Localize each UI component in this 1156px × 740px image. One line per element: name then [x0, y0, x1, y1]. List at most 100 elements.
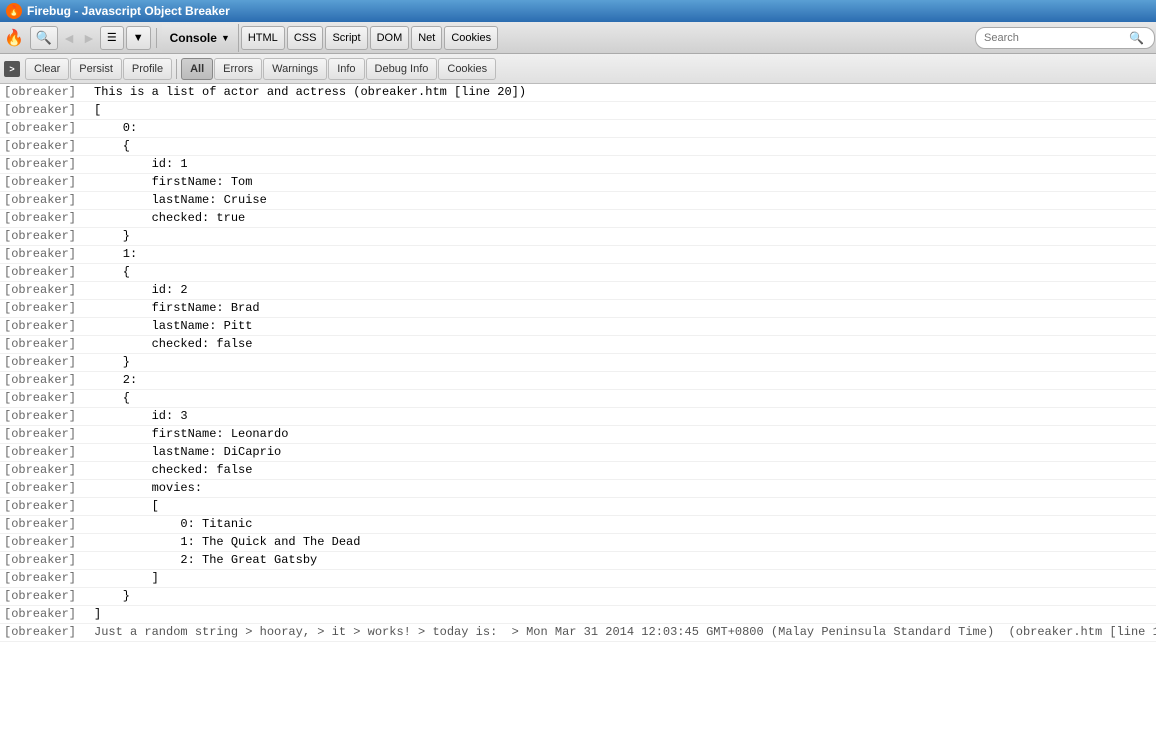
- console-small-icon: >: [4, 61, 20, 77]
- log-row: [obreaker] checked: false: [0, 462, 1156, 480]
- log-value: firstName: Leonardo: [90, 426, 292, 442]
- log-prefix: [obreaker]: [0, 246, 90, 262]
- log-value: firstName: Brad: [90, 300, 264, 316]
- log-row: [obreaker] id: 2: [0, 282, 1156, 300]
- log-value: checked: true: [90, 210, 249, 226]
- cookies-filter-button[interactable]: Cookies: [438, 58, 496, 80]
- log-prefix: [obreaker]: [0, 192, 90, 208]
- info-button[interactable]: Info: [328, 58, 364, 80]
- log-row: [obreaker][: [0, 102, 1156, 120]
- log-prefix: [obreaker]: [0, 354, 90, 370]
- cookies-button[interactable]: Cookies: [444, 26, 498, 50]
- log-prefix: [obreaker]: [0, 372, 90, 388]
- log-prefix: [obreaker]: [0, 534, 90, 550]
- log-row: [obreaker] {: [0, 138, 1156, 156]
- log-row: [obreaker] lastName: DiCaprio: [0, 444, 1156, 462]
- clear-button[interactable]: Clear: [25, 58, 69, 80]
- log-value: 2: The Great Gatsby: [90, 552, 321, 568]
- html-button[interactable]: HTML: [241, 26, 285, 50]
- log-prefix: [obreaker]: [0, 210, 90, 226]
- log-value: id: 2: [90, 282, 192, 298]
- all-button[interactable]: All: [181, 58, 213, 80]
- log-prefix: [obreaker]: [0, 282, 90, 298]
- log-row: [obreaker] 0:: [0, 120, 1156, 138]
- search-icon: 🔍: [1129, 31, 1144, 45]
- log-prefix: [obreaker]: [0, 228, 90, 244]
- log-row: [obreaker] checked: true: [0, 210, 1156, 228]
- log-value: checked: false: [90, 336, 256, 352]
- log-value: {: [90, 264, 134, 280]
- log-value: lastName: Cruise: [90, 192, 271, 208]
- log-row: [obreaker]]: [0, 606, 1156, 624]
- log-row: [obreaker] 1: The Quick and The Dead: [0, 534, 1156, 552]
- log-prefix: [obreaker]: [0, 588, 90, 604]
- log-value: 2:: [90, 372, 141, 388]
- log-row: [obreaker] [: [0, 498, 1156, 516]
- log-prefix: [obreaker]: [0, 408, 90, 424]
- log-prefix: [obreaker]: [0, 480, 90, 496]
- log-value: [: [90, 498, 163, 514]
- log-row: [obreaker] }: [0, 354, 1156, 372]
- log-prefix: [obreaker]: [0, 174, 90, 190]
- log-row: [obreaker] 2:: [0, 372, 1156, 390]
- log-row: [obreaker] id: 3: [0, 408, 1156, 426]
- log-prefix: [obreaker]: [0, 552, 90, 568]
- firebug-icon: 🔥: [6, 3, 22, 19]
- log-value: Just a random string > hooray, > it > wo…: [90, 624, 1156, 640]
- errors-button[interactable]: Errors: [214, 58, 262, 80]
- log-row: [obreaker] id: 1: [0, 156, 1156, 174]
- persist-button[interactable]: Persist: [70, 58, 122, 80]
- log-value: 1:: [90, 246, 141, 262]
- log-prefix: [obreaker]: [0, 516, 90, 532]
- console-tab[interactable]: Console ▼: [162, 24, 239, 52]
- log-value: }: [90, 354, 134, 370]
- title-text: Firebug - Javascript Object Breaker: [27, 4, 230, 18]
- filter-sep: [176, 59, 177, 79]
- menu-button[interactable]: ☰: [100, 26, 124, 50]
- dom-button[interactable]: DOM: [370, 26, 410, 50]
- log-row: [obreaker] movies:: [0, 480, 1156, 498]
- log-row: [obreaker] firstName: Leonardo: [0, 426, 1156, 444]
- profile-button[interactable]: Profile: [123, 58, 172, 80]
- forward-arrow[interactable]: ►: [82, 30, 96, 46]
- log-value: }: [90, 588, 134, 604]
- log-prefix: [obreaker]: [0, 426, 90, 442]
- log-prefix: [obreaker]: [0, 318, 90, 334]
- back-arrow[interactable]: ◄: [62, 30, 76, 46]
- log-value: {: [90, 390, 134, 406]
- net-button[interactable]: Net: [411, 26, 442, 50]
- warnings-button[interactable]: Warnings: [263, 58, 327, 80]
- log-prefix: [obreaker]: [0, 156, 90, 172]
- log-prefix: [obreaker]: [0, 390, 90, 406]
- log-prefix: [obreaker]: [0, 462, 90, 478]
- log-value: checked: false: [90, 462, 256, 478]
- log-prefix: [obreaker]: [0, 606, 90, 622]
- log-value: {: [90, 138, 134, 154]
- nav-toolbar: 🔥 🔍 ◄ ► ☰ ▼ Console ▼ HTML CSS Script DO…: [0, 22, 1156, 54]
- log-prefix: [obreaker]: [0, 138, 90, 154]
- log-row: [obreaker] {: [0, 390, 1156, 408]
- log-row: [obreaker] ]: [0, 570, 1156, 588]
- log-prefix: [obreaker]: [0, 498, 90, 514]
- log-value: ]: [90, 606, 105, 622]
- console-tab-label: Console: [170, 31, 217, 45]
- log-prefix: [obreaker]: [0, 264, 90, 280]
- log-value: lastName: DiCaprio: [90, 444, 285, 460]
- log-value: [: [90, 102, 105, 118]
- inspect-button[interactable]: 🔍: [30, 26, 58, 50]
- menu-dropdown-button[interactable]: ▼: [126, 26, 151, 50]
- log-value: 1: The Quick and The Dead: [90, 534, 364, 550]
- log-content: [obreaker]This is a list of actor and ac…: [0, 84, 1156, 712]
- log-prefix: [obreaker]: [0, 102, 90, 118]
- log-value: }: [90, 228, 134, 244]
- log-value: lastName: Pitt: [90, 318, 256, 334]
- script-button[interactable]: Script: [325, 26, 367, 50]
- log-row: [obreaker] firstName: Tom: [0, 174, 1156, 192]
- search-input[interactable]: [975, 27, 1155, 49]
- log-value: ]: [90, 570, 163, 586]
- log-row: [obreaker] }: [0, 588, 1156, 606]
- css-button[interactable]: CSS: [287, 26, 324, 50]
- log-value: id: 3: [90, 408, 192, 424]
- log-value: 0:: [90, 120, 141, 136]
- debug-info-button[interactable]: Debug Info: [366, 58, 438, 80]
